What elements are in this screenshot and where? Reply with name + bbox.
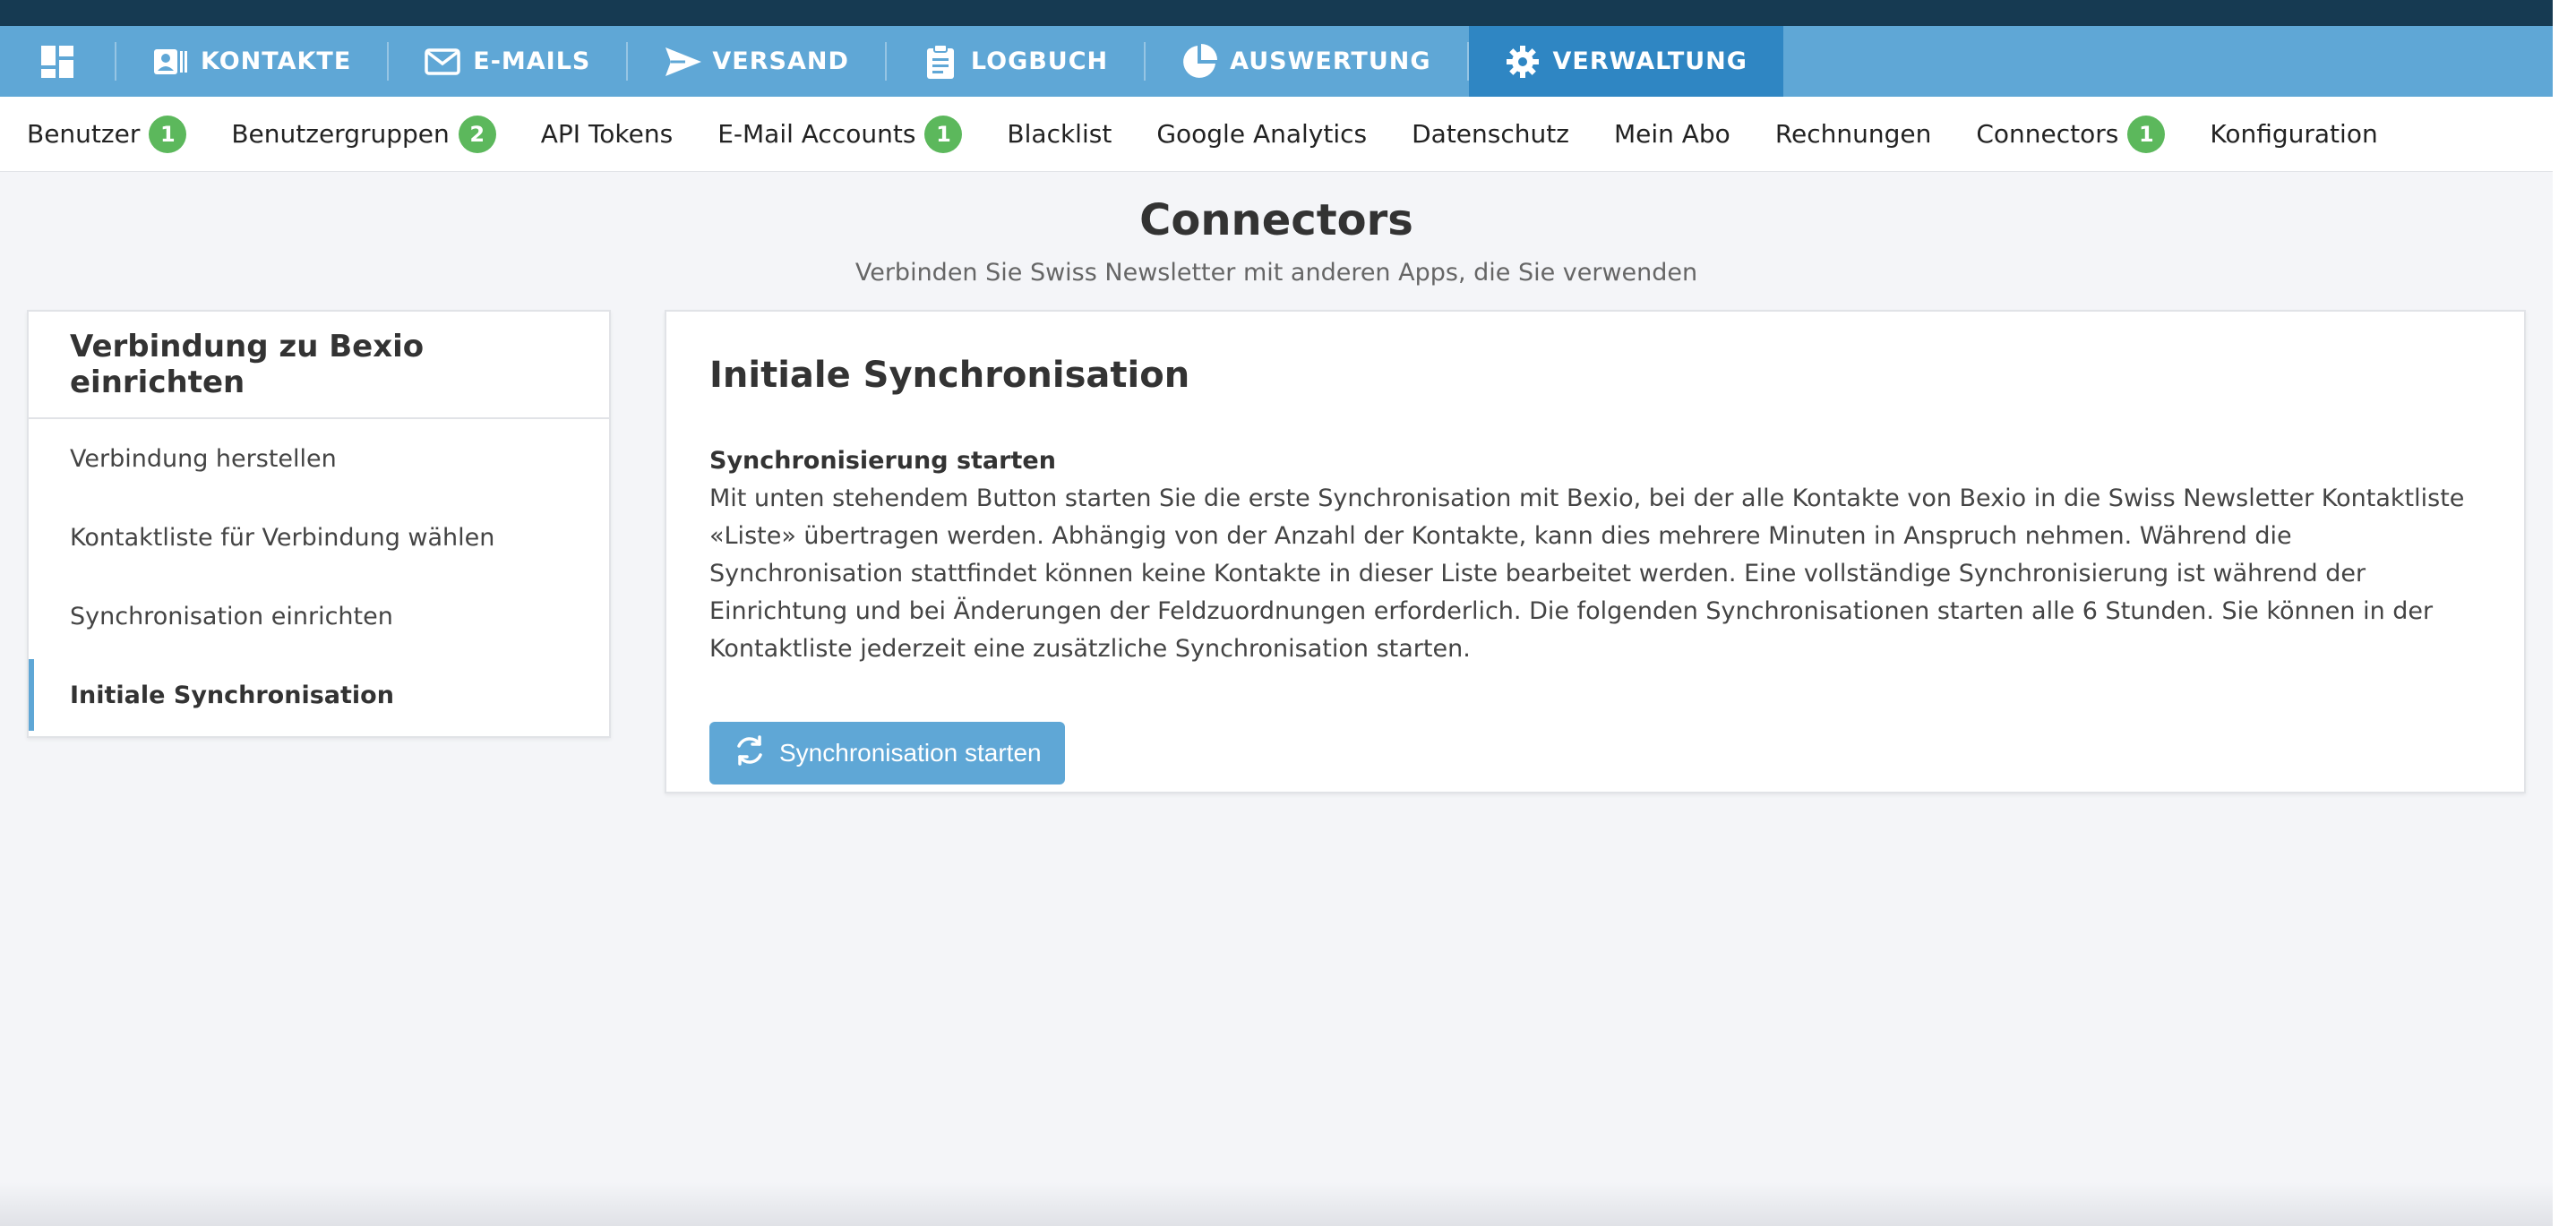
subnav-datenschutz[interactable]: Datenschutz [1412, 119, 1569, 149]
gear-icon [1505, 44, 1541, 80]
section-heading: Synchronisierung starten [709, 447, 1056, 475]
subnav-connectors[interactable]: Connectors 1 [1976, 115, 2166, 153]
main-nav: KONTAKTE E-MAILS VERSAND LOGBUCH AUSWERT… [0, 26, 2553, 108]
count-badge: 1 [2127, 115, 2166, 153]
subnav-label: E-Mail Accounts [717, 119, 916, 149]
section-description: Mit unten stehendem Button starten Sie d… [709, 484, 2465, 663]
subnav-label: Connectors [1976, 119, 2119, 149]
subnav-benutzergruppen[interactable]: Benutzergruppen 2 [231, 115, 496, 153]
subnav-benutzer[interactable]: Benutzer 1 [27, 115, 187, 153]
send-icon [664, 44, 702, 80]
subnav-label: Benutzer [27, 119, 141, 149]
nav-kontakte[interactable]: KONTAKTE [116, 42, 390, 81]
top-strip [0, 0, 2553, 26]
nav-label: VERWALTUNG [1552, 47, 1747, 75]
envelope-icon [425, 44, 461, 80]
nav-logbuch[interactable]: LOGBUCH [887, 42, 1146, 81]
nav-versand[interactable]: VERSAND [628, 42, 887, 81]
sync-icon [733, 733, 767, 774]
nav-verwaltung[interactable]: VERWALTUNG [1468, 26, 1783, 108]
subnav-api-tokens[interactable]: API Tokens [541, 119, 673, 149]
step-kontaktliste-waehlen[interactable]: Kontaktliste für Verbindung wählen [29, 498, 609, 577]
button-label: Synchronisation starten [779, 739, 1042, 767]
count-badge: 2 [458, 115, 496, 153]
start-sync-button[interactable]: Synchronisation starten [709, 722, 1065, 784]
content-title: Initiale Synchronisation [709, 355, 1190, 396]
bottom-shadow [0, 1182, 2553, 1226]
subnav-google-analytics[interactable]: Google Analytics [1156, 119, 1367, 149]
count-badge: 1 [149, 115, 187, 153]
pie-chart-icon [1181, 43, 1218, 80]
nav-label: KONTAKTE [201, 47, 352, 75]
nav-label: LOGBUCH [970, 47, 1109, 75]
subnav-konfiguration[interactable]: Konfiguration [2210, 119, 2377, 149]
subnav-label: Mein Abo [1613, 119, 1730, 149]
sub-nav: Benutzer 1 Benutzergruppen 2 API Tokens … [0, 97, 2553, 172]
subnav-label: Benutzergruppen [231, 119, 450, 149]
step-synchronisation-einrichten[interactable]: Synchronisation einrichten [29, 577, 609, 656]
subnav-blacklist[interactable]: Blacklist [1007, 119, 1112, 149]
page-subtitle: Verbinden Sie Swiss Newsletter mit ander… [854, 259, 1698, 287]
subnav-label: Blacklist [1007, 119, 1112, 149]
subnav-label: Google Analytics [1156, 119, 1368, 149]
page-title: Connectors [1139, 195, 1413, 245]
subnav-rechnungen[interactable]: Rechnungen [1775, 119, 1932, 149]
nav-label: E-MAILS [473, 47, 591, 75]
nav-auswertung[interactable]: AUSWERTUNG [1146, 42, 1469, 81]
contacts-icon [152, 44, 188, 80]
subnav-email-accounts[interactable]: E-Mail Accounts 1 [717, 115, 963, 153]
wizard-title: Verbindung zu Bexio einrichten [29, 312, 609, 419]
subnav-label: API Tokens [540, 119, 674, 149]
subnav-label: Rechnungen [1774, 119, 1932, 149]
dashboard-grid-icon[interactable] [0, 42, 116, 81]
content-card: Initiale Synchronisation Synchronisierun… [665, 310, 2526, 793]
nav-label: AUSWERTUNG [1230, 47, 1431, 75]
clipboard-icon [923, 43, 958, 80]
nav-emails[interactable]: E-MAILS [389, 42, 629, 81]
subnav-label: Datenschutz [1412, 119, 1569, 149]
wizard-steps-card: Verbindung zu Bexio einrichten Verbindun… [27, 310, 611, 738]
step-initiale-synchronisation[interactable]: Initiale Synchronisation [29, 656, 609, 734]
step-verbindung-herstellen[interactable]: Verbindung herstellen [29, 419, 609, 498]
subnav-mein-abo[interactable]: Mein Abo [1614, 119, 1730, 149]
window-edge [2553, 0, 2576, 1226]
count-badge: 1 [924, 115, 963, 153]
subnav-label: Konfiguration [2210, 119, 2378, 149]
nav-label: VERSAND [712, 47, 849, 75]
